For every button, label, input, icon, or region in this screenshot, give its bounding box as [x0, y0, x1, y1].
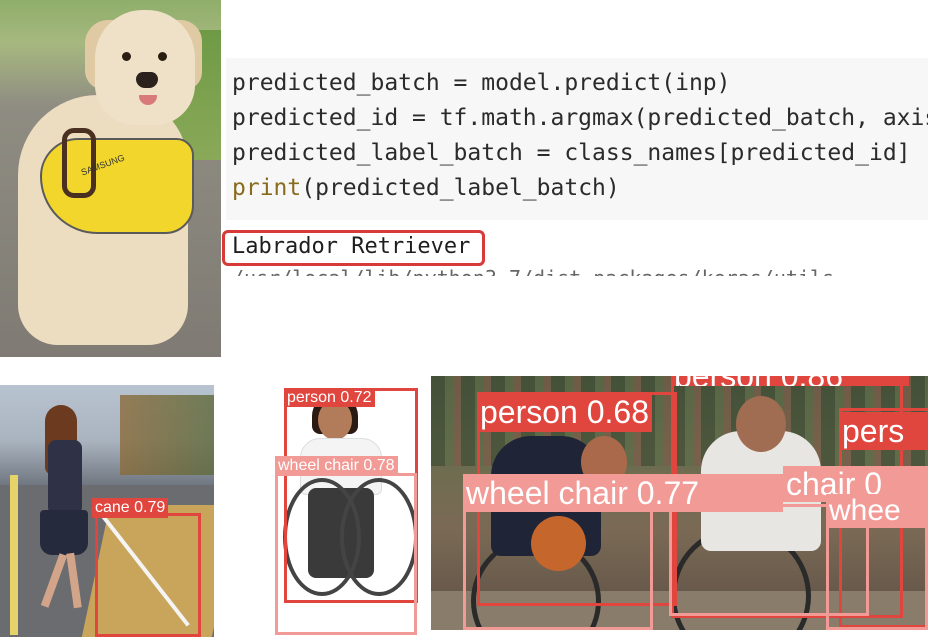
dog-nose — [136, 72, 158, 88]
code-line-1: predicted_batch = model.predict(inp) — [232, 70, 731, 96]
person-top-detection-label: person 0.86 — [671, 376, 909, 386]
wheelchair-detection-box — [463, 508, 653, 630]
wheelchair-detection-box — [275, 473, 417, 635]
trees — [120, 395, 214, 475]
cane-photo: cane 0.79 — [0, 385, 214, 637]
torso — [48, 440, 82, 515]
code-block: predicted_batch = model.predict(inp) pre… — [232, 66, 928, 206]
wheelchair-detection-label: wheel chair 0.77 — [463, 474, 783, 512]
code-line-2: predicted_id = tf.math.argmax(predicted_… — [232, 105, 928, 131]
code-line-4-args: (predicted_label_batch) — [301, 175, 620, 201]
cane-detection-box — [95, 513, 201, 637]
print-keyword: print — [232, 175, 302, 201]
code-cell[interactable]: predicted_batch = model.predict(inp) pre… — [226, 58, 928, 220]
dog-eye — [158, 52, 167, 61]
wheelchair-detection-label: wheel chair 0.78 — [275, 456, 398, 475]
dog-eye — [122, 52, 131, 61]
whee-detection-label: whee — [826, 494, 928, 528]
person-detection-label: person 0.72 — [284, 388, 375, 407]
road-line — [10, 475, 18, 635]
wheelchair-photo: person 0.72 wheel chair 0.78 — [268, 378, 424, 637]
dog-photo: SAMSUNG — [0, 0, 221, 357]
basketball-photo: person 0.86 person 0.68 pers wheel chair… — [431, 376, 928, 630]
dog-head — [95, 10, 195, 125]
skirt — [40, 510, 88, 555]
cane-detection-label: cane 0.79 — [92, 498, 169, 518]
person-right-detection-label: pers — [839, 412, 928, 450]
leg — [66, 552, 82, 609]
person-detection-label: person 0.68 — [477, 392, 653, 432]
prediction-highlight-box — [222, 230, 485, 266]
code-line-3: predicted_label_batch = class_names[pred… — [232, 140, 911, 166]
leg — [40, 553, 68, 608]
walking-woman — [40, 405, 95, 615]
code-line-4: print(predicted_label_batch) — [232, 175, 620, 201]
code-line-2-text: predicted_id = tf.math.argmax(predicted_… — [232, 105, 928, 131]
truncated-output-line: /usr/local/lib/python3.7/dist-packages/k… — [232, 266, 912, 276]
